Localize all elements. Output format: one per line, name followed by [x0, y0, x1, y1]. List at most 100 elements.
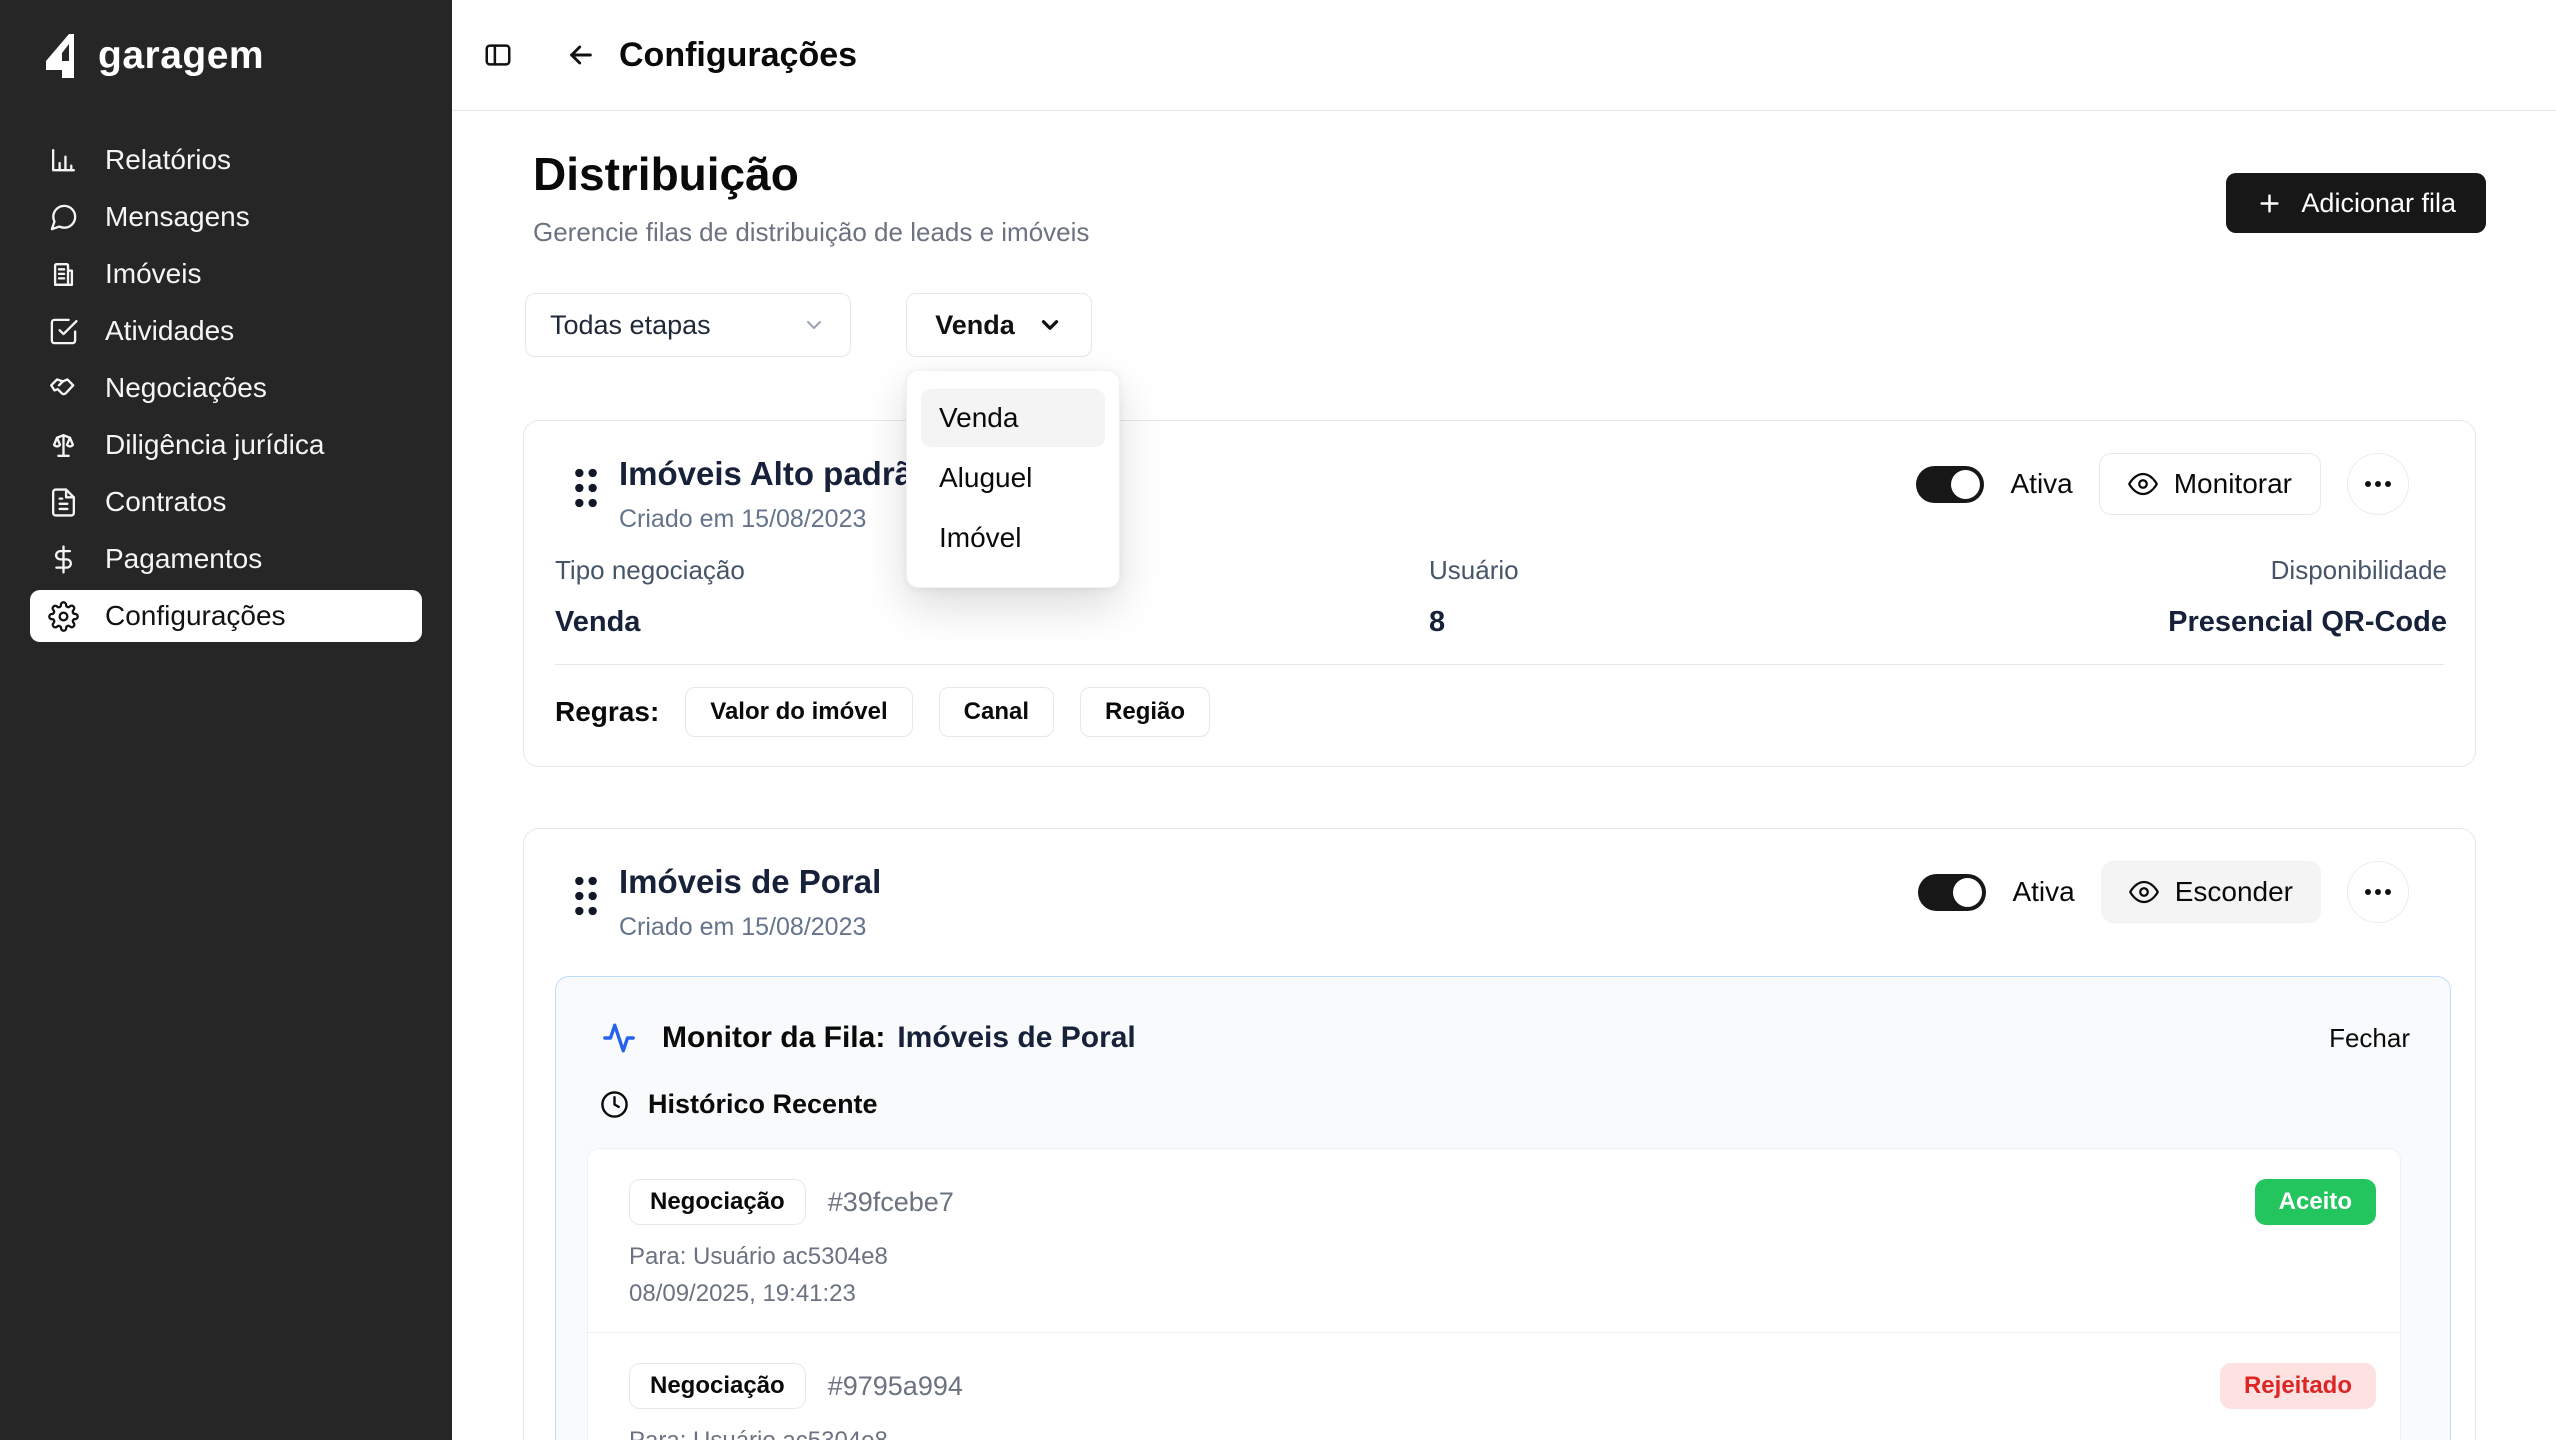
chevron-down-icon — [802, 313, 826, 337]
gear-icon — [48, 601, 79, 632]
clock-icon — [600, 1090, 629, 1119]
rules-label: Regras: — [555, 696, 659, 728]
queue-controls: Ativa Esconder — [1918, 861, 2409, 923]
monitor-header: Monitor da Fila:Imóveis de Poral Fechar — [602, 1021, 2410, 1055]
type-filter-value: Venda — [935, 310, 1015, 341]
eye-icon — [2129, 877, 2159, 907]
field-disponibilidade: Disponibilidade Presencial QR-Code — [2168, 555, 2447, 639]
garagem-logo-icon — [38, 32, 82, 80]
hide-monitor-button[interactable]: Esconder — [2101, 861, 2321, 923]
chevron-down-icon — [1037, 312, 1063, 338]
type-filter-select[interactable]: Venda — [906, 293, 1092, 357]
sidebar-item-configuracoes[interactable]: Configurações — [30, 590, 422, 642]
history-item: Negociação #9795a994 Rejeitado Para: Usu… — [588, 1332, 2400, 1440]
check-square-icon — [48, 316, 79, 347]
scales-icon — [48, 430, 79, 461]
negotiation-chip: Negociação — [629, 1363, 806, 1409]
sidebar-panel-icon — [483, 40, 513, 70]
menu-option-aluguel[interactable]: Aluguel — [921, 449, 1105, 507]
monitor-title-queue-name: Imóveis de Poral — [897, 1021, 1135, 1054]
add-queue-button-label: Adicionar fila — [2301, 188, 2456, 219]
drag-handle-icon[interactable] — [571, 873, 601, 924]
field-value: Presencial QR-Code — [2168, 606, 2447, 639]
history-recipient: Para: Usuário ac5304e8 — [629, 1243, 2376, 1271]
sidebar-item-mensagens[interactable]: Mensagens — [30, 191, 422, 243]
queue-monitor-panel: Monitor da Fila:Imóveis de Poral Fechar … — [555, 976, 2451, 1440]
toggle-knob — [1951, 470, 1980, 499]
negotiation-chip: Negociação — [629, 1179, 806, 1225]
sidebar-item-label: Atividades — [105, 315, 234, 347]
sidebar-item-label: Pagamentos — [105, 543, 262, 575]
history-title: Histórico Recente — [648, 1089, 878, 1120]
sidebar-item-pagamentos[interactable]: Pagamentos — [30, 533, 422, 585]
plus-icon — [2256, 190, 2283, 217]
drag-handle-icon[interactable] — [571, 465, 601, 516]
status-badge-rejected: Rejeitado — [2220, 1363, 2376, 1409]
add-queue-button[interactable]: Adicionar fila — [2226, 173, 2486, 233]
sidebar-item-atividades[interactable]: Atividades — [30, 305, 422, 357]
history-header: Histórico Recente — [600, 1089, 878, 1120]
brand-name: garagem — [98, 34, 264, 78]
sidebar-item-label: Negociações — [105, 372, 267, 404]
sidebar-item-label: Relatórios — [105, 144, 231, 176]
sidebar-item-label: Contratos — [105, 486, 226, 518]
panel-toggle-button[interactable] — [483, 40, 513, 70]
dollar-icon — [48, 544, 79, 575]
document-icon — [48, 487, 79, 518]
bar-chart-icon — [48, 145, 79, 176]
monitor-button-label: Monitorar — [2174, 468, 2292, 500]
activity-icon — [602, 1021, 636, 1055]
rule-chip-regiao: Região — [1080, 687, 1210, 737]
stage-filter-select[interactable]: Todas etapas — [525, 293, 851, 357]
history-item-header: Negociação #9795a994 Rejeitado — [629, 1363, 2376, 1409]
field-tipo-negociacao: Tipo negociação Venda — [555, 555, 745, 639]
page-subtitle: Gerencie filas de distribuição de leads … — [533, 217, 1089, 248]
monitor-button[interactable]: Monitorar — [2099, 453, 2321, 515]
more-options-button[interactable] — [2347, 453, 2409, 515]
field-label: Disponibilidade — [2168, 555, 2447, 586]
handshake-icon — [48, 373, 79, 404]
sidebar-item-imoveis[interactable]: Imóveis — [30, 248, 422, 300]
sidebar-item-contratos[interactable]: Contratos — [30, 476, 422, 528]
history-item-header: Negociação #39fcebe7 Aceito — [629, 1179, 2376, 1225]
field-label: Tipo negociação — [555, 555, 745, 586]
menu-option-imovel[interactable]: Imóvel — [921, 509, 1105, 567]
active-toggle[interactable] — [1918, 874, 1986, 911]
history-timestamp: 08/09/2025, 19:41:23 — [629, 1280, 2376, 1308]
history-list: Negociação #39fcebe7 Aceito Para: Usuári… — [587, 1148, 2401, 1440]
queue-created-date: Criado em 15/08/2023 — [619, 913, 866, 942]
queue-created-date: Criado em 15/08/2023 — [619, 505, 866, 534]
history-item: Negociação #39fcebe7 Aceito Para: Usuári… — [588, 1149, 2400, 1332]
divider — [555, 664, 2444, 665]
back-button[interactable] — [565, 39, 597, 71]
page-title: Distribuição — [533, 147, 799, 201]
type-dropdown-menu: Venda Aluguel Imóvel — [906, 370, 1120, 588]
queue-title: Imóveis de Poral — [619, 863, 881, 901]
toggle-label: Ativa — [2010, 468, 2072, 500]
ellipsis-icon — [2365, 889, 2371, 895]
topbar: Configurações — [452, 0, 2556, 111]
queue-title: Imóveis Alto padrão — [619, 455, 933, 493]
queue-card-imoveis-alto-padrao: Imóveis Alto padrão Criado em 15/08/2023… — [523, 420, 2476, 767]
monitor-title: Monitor da Fila:Imóveis de Poral — [662, 1021, 1136, 1055]
sidebar-item-label: Mensagens — [105, 201, 250, 233]
rule-chip-canal: Canal — [939, 687, 1054, 737]
queue-card-imoveis-de-poral: Imóveis de Poral Criado em 15/08/2023 At… — [523, 828, 2476, 1440]
history-recipient: Para: Usuário ac5304e8 — [629, 1427, 2376, 1440]
sidebar-item-diligencia-juridica[interactable]: Diligência jurídica — [30, 419, 422, 471]
field-usuario: Usuário 8 — [1429, 555, 1519, 639]
queue-controls: Ativa Monitorar — [1916, 453, 2409, 515]
sidebar-item-negociacoes[interactable]: Negociações — [30, 362, 422, 414]
more-options-button[interactable] — [2347, 861, 2409, 923]
sidebar-item-label: Configurações — [105, 600, 286, 632]
rules-row: Regras: Valor do imóvel Canal Região — [555, 687, 1210, 737]
close-monitor-button[interactable]: Fechar — [2329, 1023, 2410, 1054]
sidebar-item-relatorios[interactable]: Relatórios — [30, 134, 422, 186]
rule-chip-valor-do-imovel: Valor do imóvel — [685, 687, 912, 737]
menu-option-venda[interactable]: Venda — [921, 389, 1105, 447]
chat-bubble-icon — [48, 202, 79, 233]
main-content: Distribuição Gerencie filas de distribui… — [452, 111, 2556, 1440]
sidebar-nav: Relatórios Mensagens Imóveis Atividades … — [0, 112, 452, 642]
sidebar-item-label: Diligência jurídica — [105, 429, 324, 461]
active-toggle[interactable] — [1916, 466, 1984, 503]
